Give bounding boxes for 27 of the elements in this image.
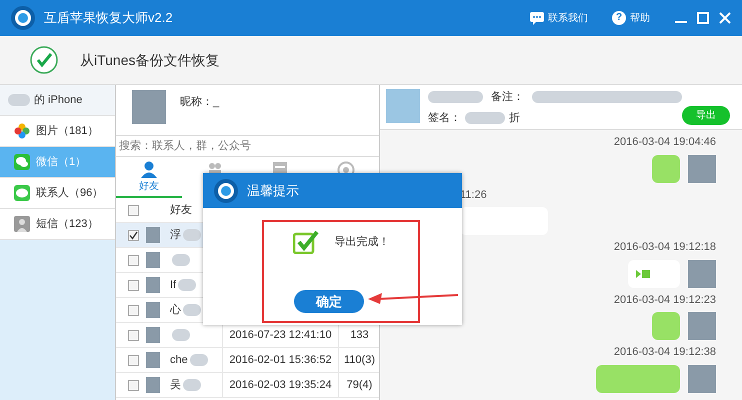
device-name: 的 iPhone [34, 92, 82, 108]
message-timestamp: 2016-03-04 19:04:46 [614, 135, 716, 150]
table-cell-text: 浮 [170, 228, 181, 243]
window-title: 互盾苹果恢复大师v2.2 [44, 9, 173, 28]
message-timestamp: 2016-03-04 19:12:18 [614, 240, 716, 255]
message-timestamp: 2016-03-04 19:12:38 [614, 345, 716, 360]
message-timestamp: 11:26 [459, 188, 488, 202]
table-cell-text: 2016-02-01 15:36:52 [229, 352, 332, 368]
dialog-title: 温馨提示 [247, 182, 299, 200]
table-cell-text: 吴 [170, 378, 181, 393]
table-cell-text: If [170, 278, 176, 293]
subheader-title: 从iTunes备份文件恢复 [80, 50, 220, 70]
signature-label: 签名： [428, 110, 461, 126]
help-icon: ? [612, 11, 626, 25]
remark-label: 备注： [491, 90, 524, 105]
table-cell-text: 110(3) [344, 352, 375, 368]
table-cell-text: 2016-02-03 19:35:24 [229, 378, 332, 393]
table-cell-text: 79(4) [346, 378, 372, 393]
signature-text: 折 [509, 110, 520, 126]
table-cell-text: 心 [170, 302, 181, 318]
table-cell-text: che [170, 352, 188, 368]
dialog-message: 导出完成！ [334, 234, 390, 250]
table-cell-text: 133 [350, 328, 369, 343]
column-header: 好友 [170, 202, 192, 218]
message-timestamp: 2016-03-04 19:12:23 [614, 292, 716, 308]
nickname-label: 昵称：_ [180, 95, 220, 110]
table-cell-text: 2016-07-23 12:41:10 [229, 328, 332, 343]
